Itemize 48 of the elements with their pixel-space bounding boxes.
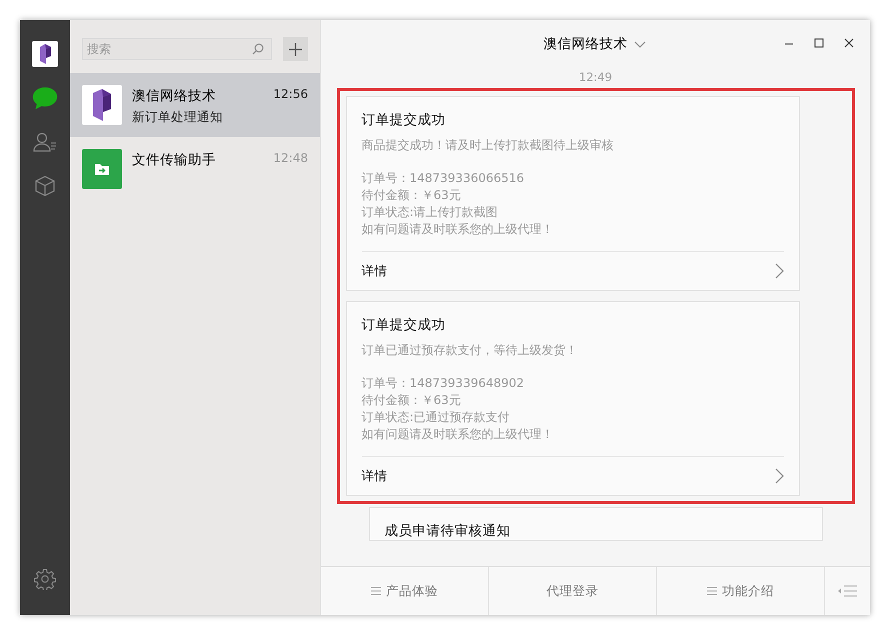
card-detail-line: 订单号：148739339648902 bbox=[362, 375, 526, 392]
caret-icon bbox=[634, 40, 646, 48]
message-card[interactable]: 订单提交成功 商品提交成功！请及时上传打款截图待上级审核 订单号：148739336066516 待付金额：￥63元 订单状态:请上传打款截图 如有问题请及时联系您的上级代理！ 详情 bbox=[346, 96, 800, 291]
settings-icon[interactable] bbox=[34, 568, 56, 590]
plus-icon bbox=[289, 42, 302, 56]
chat-list-item[interactable]: 澳信网络技术 新订单处理通知 12:56 bbox=[70, 73, 320, 137]
add-button[interactable] bbox=[283, 37, 308, 61]
search-icon bbox=[252, 43, 264, 55]
brand-logo-icon bbox=[82, 85, 122, 125]
menu-item[interactable]: 代理登录 bbox=[489, 567, 657, 615]
message-card[interactable]: 订单提交成功 订单已通过预存款支付，等待上级发货！ 订单号：148739339648902 待付金额：￥63元 订单状态:已通过预存款支付 如有问题请及时联系您的上级代理！ 详情 bbox=[346, 301, 800, 496]
card-detail-line: 订单状态:请上传打款截图 bbox=[362, 204, 499, 221]
chat-name: 澳信网络技术 bbox=[132, 87, 217, 105]
keyboard-toggle-icon[interactable] bbox=[838, 585, 858, 597]
chevron-icon bbox=[774, 263, 784, 279]
search-field[interactable]: 搜索 bbox=[82, 38, 272, 60]
message-timestamp: 12:49 bbox=[578, 70, 612, 84]
chat-time: 12:56 bbox=[273, 86, 308, 101]
conversation-title[interactable]: 澳信网络技术 bbox=[544, 35, 646, 53]
card-detail-line: 待付金额：￥63元 bbox=[362, 392, 462, 409]
chat-name: 文件传输助手 bbox=[132, 151, 217, 169]
avatar-icon[interactable] bbox=[32, 41, 58, 67]
list-icon bbox=[707, 587, 717, 595]
list-icon bbox=[371, 587, 381, 595]
chat-list-item[interactable]: 文件传输助手 12:48 bbox=[70, 137, 320, 201]
card-title: 订单提交成功 bbox=[362, 111, 446, 129]
card-detail-line: 订单号：148739336066516 bbox=[362, 170, 526, 187]
card-title: 订单提交成功 bbox=[362, 316, 446, 334]
close-icon[interactable] bbox=[844, 38, 854, 48]
card-summary: 订单已通过预存款支付，等待上级发货！ bbox=[362, 342, 578, 359]
chat-preview: 新订单处理通知 bbox=[132, 109, 224, 126]
menu-item[interactable]: 功能介绍 bbox=[657, 567, 825, 615]
card-summary: 商品提交成功！请及时上传打款截图待上级审核 bbox=[362, 137, 614, 154]
card-detail-line: 如有问题请及时联系您的上级代理！ bbox=[362, 426, 554, 443]
menu-item[interactable]: 产品体验 bbox=[321, 567, 489, 615]
details-link[interactable]: 详情 bbox=[362, 456, 784, 495]
maximize-icon[interactable] bbox=[814, 38, 824, 48]
contacts-icon[interactable] bbox=[32, 131, 58, 153]
card-title: 成员申请待审核通知 bbox=[384, 522, 512, 540]
cube-icon[interactable] bbox=[34, 175, 56, 197]
chat-bubble-icon[interactable] bbox=[32, 86, 58, 110]
details-link[interactable]: 详情 bbox=[362, 251, 784, 290]
chat-time: 12:48 bbox=[273, 150, 308, 165]
message-card[interactable]: 成员申请待审核通知 bbox=[368, 507, 822, 541]
card-detail-line: 待付金额：￥63元 bbox=[362, 187, 462, 204]
card-detail-line: 订单状态:已通过预存款支付 bbox=[362, 409, 511, 426]
chevron-icon bbox=[774, 468, 784, 484]
card-detail-line: 如有问题请及时联系您的上级代理！ bbox=[362, 221, 554, 238]
